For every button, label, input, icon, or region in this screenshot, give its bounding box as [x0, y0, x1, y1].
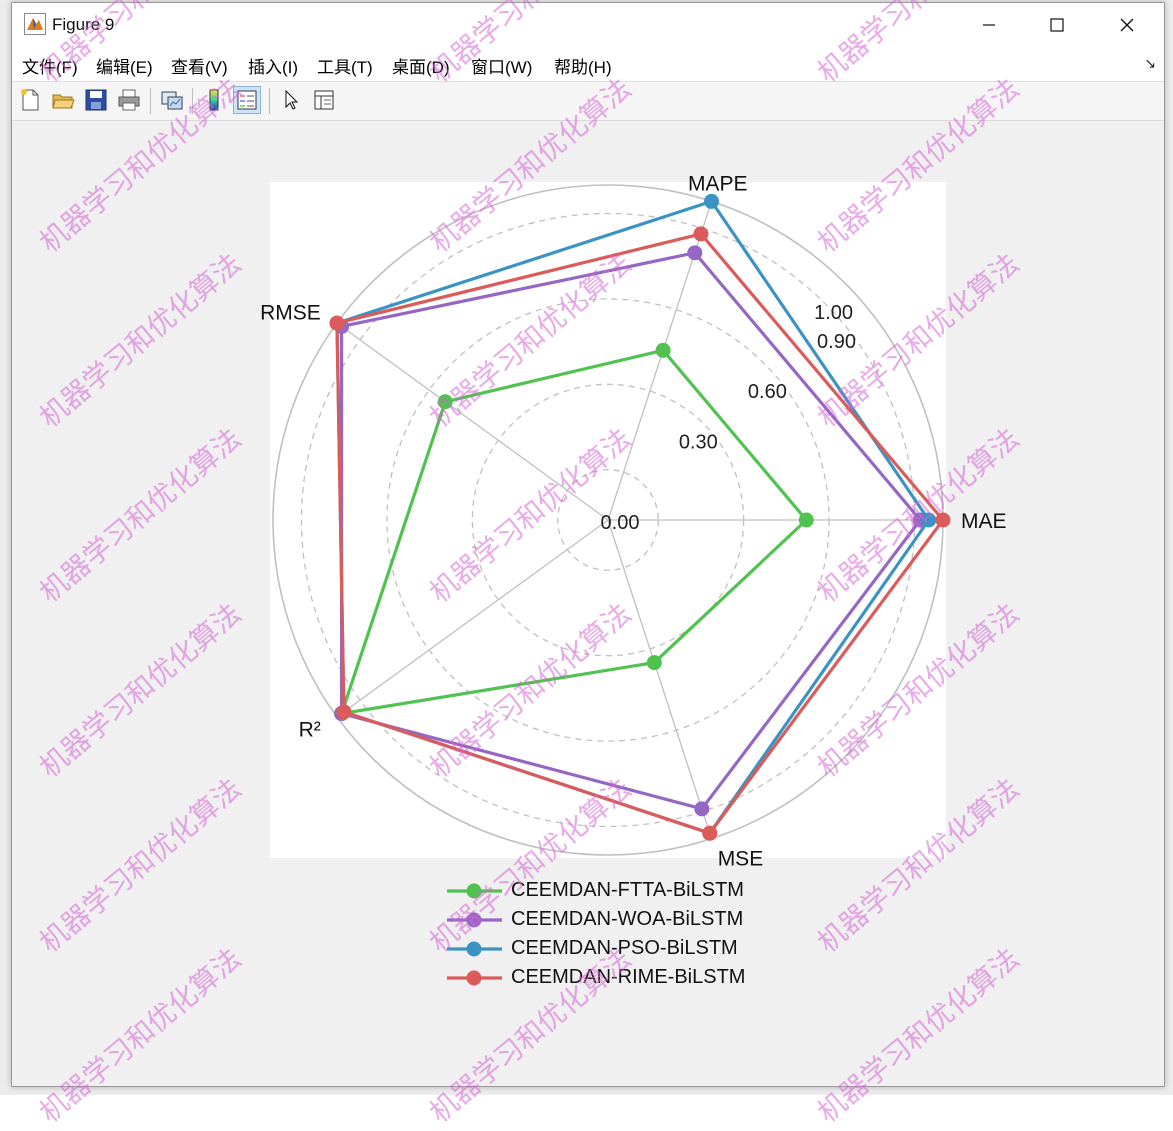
series-point: [702, 825, 718, 841]
legend-entry-label: CEEMDAN-FTTA-BiLSTM: [511, 879, 744, 901]
axis-label: RMSE: [260, 301, 321, 324]
series-point: [329, 315, 345, 331]
axis-label: MAE: [961, 510, 1007, 533]
legend-marker: [466, 941, 482, 957]
r-tick-label: 0.30: [679, 431, 718, 453]
series-point: [646, 655, 662, 671]
radial-spoke: [336, 519, 609, 718]
r-tick-label: 0.60: [748, 381, 787, 403]
axis-label: MSE: [718, 848, 764, 871]
legend-entry-label: CEEMDAN-WOA-BiLSTM: [511, 908, 744, 930]
figure-window: Figure 9 文件(F) 编辑(E) 查看(V) 插入(I) 工具(T) 桌…: [11, 2, 1165, 1087]
series-point: [655, 342, 671, 358]
series-point: [336, 704, 352, 720]
legend-marker: [466, 912, 482, 928]
series-line: [339, 348, 808, 716]
radial-spoke: [336, 322, 609, 521]
radar-chart: 0.00 0.30 0.60 0.90 1.00 MAE MAPE RMSE R² MSE: [260, 172, 1007, 986]
series-point: [437, 394, 453, 410]
series-point: [704, 193, 720, 209]
series-point: [693, 226, 709, 242]
r-tick-label: 0.90: [817, 331, 856, 353]
axis-label: MAPE: [688, 172, 748, 195]
legend-entry-label: CEEMDAN-PSO-BiLSTM: [511, 937, 738, 959]
legend-marker: [466, 883, 482, 899]
series-point: [694, 801, 710, 817]
series-point: [798, 512, 814, 528]
r-tick-label: 1.00: [814, 302, 853, 324]
series-point: [921, 512, 937, 528]
series-point: [935, 512, 951, 528]
series-point: [687, 245, 703, 261]
legend-entry-label: CEEMDAN-RIME-BiLSTM: [511, 966, 746, 988]
axis-label: R²: [299, 719, 321, 742]
r-tick-label: 0.00: [601, 512, 640, 534]
legend-marker: [466, 970, 482, 986]
radial-spoke: [607, 519, 713, 839]
